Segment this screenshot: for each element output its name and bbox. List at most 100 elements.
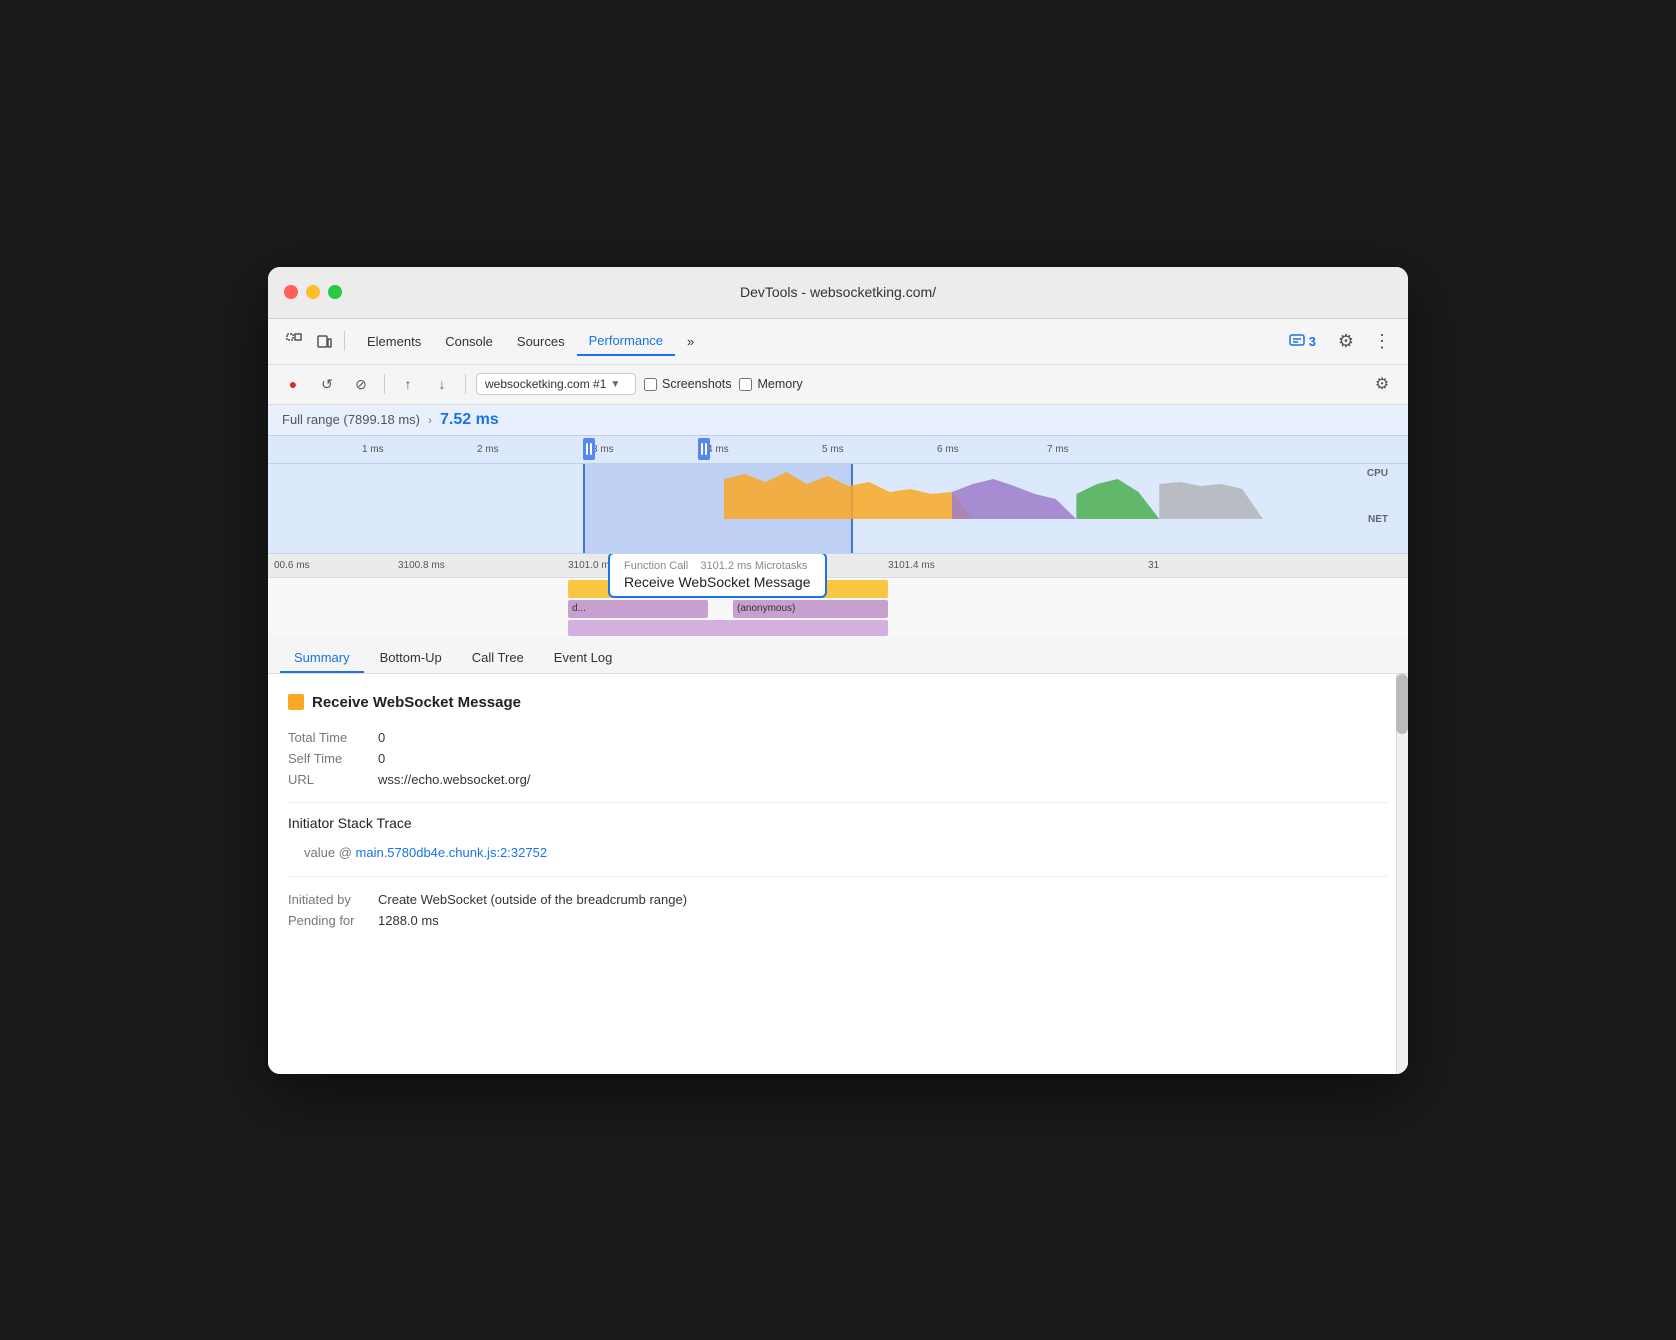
download-button[interactable]: ↓: [429, 371, 455, 397]
flame-label-anonymous: (anonymous): [737, 603, 795, 614]
feedback-badge[interactable]: 3: [1281, 330, 1324, 353]
pending-for-row: Pending for 1288.0 ms: [288, 910, 1388, 931]
ruler-1ms: 1 ms: [362, 444, 384, 455]
tooltip-message: Receive WebSocket Message: [624, 574, 811, 590]
screenshots-label: Screenshots: [662, 377, 731, 391]
timeline-area[interactable]: 1 ms 2 ms 3 ms 4 ms 5 ms 6 ms 7 ms CPU: [268, 436, 1408, 636]
settings-icon[interactable]: ⚙: [1332, 327, 1360, 355]
scrollbar-track[interactable]: [1396, 674, 1408, 1074]
initiated-by-label: Initiated by: [288, 892, 378, 907]
upload-button[interactable]: ↑: [395, 371, 421, 397]
inspect-element-icon[interactable]: [280, 327, 308, 355]
url-row: URL wss://echo.websocket.org/: [288, 769, 1388, 790]
summary-divider-2: [288, 876, 1388, 877]
flame-bar-4[interactable]: [568, 620, 888, 636]
memory-checkbox[interactable]: [739, 378, 752, 391]
memory-label: Memory: [757, 377, 802, 391]
event-color-icon: [288, 694, 304, 710]
flame-bar-2[interactable]: d...: [568, 600, 708, 618]
record-button[interactable]: ●: [280, 371, 306, 397]
more-options-icon[interactable]: ⋮: [1368, 327, 1396, 355]
bottom-tabs: Summary Bottom-Up Call Tree Event Log: [268, 636, 1408, 674]
summary-panel: Receive WebSocket Message Total Time 0 S…: [268, 674, 1408, 1074]
tooltip-popup: Function Call 3101.2 ms Microtasks Recei…: [608, 554, 827, 598]
flame-bar-3[interactable]: (anonymous): [733, 600, 888, 618]
nav-sources[interactable]: Sources: [505, 328, 577, 355]
ruler-4ms: 4 ms: [707, 444, 729, 455]
main-nav: Elements Console Sources Performance »: [355, 327, 706, 356]
pending-for-val: 1288.0 ms: [378, 913, 439, 928]
self-time-val: 0: [378, 751, 385, 766]
toolbar-right: 3 ⚙ ⋮: [1281, 327, 1396, 355]
scrollbar-thumb[interactable]: [1396, 674, 1408, 734]
initiated-by-row: Initiated by Create WebSocket (outside o…: [288, 889, 1388, 910]
toolbar-separator: [344, 331, 345, 351]
total-time-row: Total Time 0: [288, 727, 1388, 748]
ruler-7ms: 7 ms: [1047, 444, 1069, 455]
ruler-3ms: 3 ms: [592, 444, 614, 455]
ruler-2ms: 2 ms: [477, 444, 499, 455]
url-val: wss://echo.websocket.org/: [378, 772, 530, 787]
time-label-1: 00.6 ms: [274, 560, 310, 571]
time-label-5: 3101.4 ms: [888, 560, 935, 571]
range-bar: Full range (7899.18 ms) › 7.52 ms: [268, 405, 1408, 436]
nav-more[interactable]: »: [675, 328, 706, 355]
total-time-val: 0: [378, 730, 385, 745]
url-label: URL: [288, 772, 378, 787]
flamechart: d... (anonymous): [268, 578, 1408, 636]
full-range-label: Full range (7899.18 ms): [282, 412, 420, 427]
sub-separator-1: [384, 374, 385, 394]
titlebar: DevTools - websocketking.com/: [268, 267, 1408, 319]
selected-range: 7.52 ms: [440, 411, 499, 429]
device-toolbar-icon[interactable]: [310, 327, 338, 355]
tab-bottom-up[interactable]: Bottom-Up: [366, 644, 456, 673]
total-time-label: Total Time: [288, 730, 378, 745]
initiator-section-title: Initiator Stack Trace: [288, 815, 1388, 831]
tooltip-line1: Function Call 3101.2 ms Microtasks: [624, 560, 811, 572]
nav-console[interactable]: Console: [433, 328, 505, 355]
performance-subtoolbar: ● ↺ ⊘ ↑ ↓ websocketking.com #1 ▼ Screens…: [268, 365, 1408, 405]
window-title: DevTools - websocketking.com/: [740, 284, 936, 300]
traffic-lights: [284, 285, 342, 299]
nav-performance[interactable]: Performance: [577, 327, 675, 356]
time-row: 00.6 ms 3100.8 ms 3101.0 ms Function Cal…: [268, 554, 1408, 578]
flame-label-d: d...: [572, 603, 586, 614]
selection-left-marker[interactable]: [583, 438, 595, 460]
close-button[interactable]: [284, 285, 298, 299]
screenshots-checkbox-label[interactable]: Screenshots: [644, 377, 731, 391]
selection-right-marker[interactable]: [698, 438, 710, 460]
self-time-row: Self Time 0: [288, 748, 1388, 769]
url-selector-arrow: ▼: [610, 379, 620, 390]
nav-elements[interactable]: Elements: [355, 328, 433, 355]
range-arrow-icon: ›: [428, 413, 432, 427]
ruler-5ms: 5 ms: [822, 444, 844, 455]
memory-checkbox-label[interactable]: Memory: [739, 377, 802, 391]
cpu-chart: [268, 464, 1408, 519]
time-label-6: 31: [1148, 560, 1159, 571]
screenshots-checkbox[interactable]: [644, 378, 657, 391]
initiated-by-val: Create WebSocket (outside of the breadcr…: [378, 892, 687, 907]
feedback-count: 3: [1309, 334, 1316, 349]
tab-call-tree[interactable]: Call Tree: [458, 644, 538, 673]
capture-settings-icon[interactable]: ⚙: [1368, 370, 1396, 398]
main-toolbar: Elements Console Sources Performance » 3…: [268, 319, 1408, 365]
code-value-line: value @ main.5780db4e.chunk.js:2:32752: [288, 841, 1388, 864]
url-selector-text: websocketking.com #1: [485, 377, 606, 391]
sub-separator-2: [465, 374, 466, 394]
summary-divider-1: [288, 802, 1388, 803]
code-link[interactable]: main.5780db4e.chunk.js:2:32752: [356, 845, 548, 860]
tab-summary[interactable]: Summary: [280, 644, 364, 673]
event-title-text: Receive WebSocket Message: [312, 694, 521, 711]
ruler-6ms: 6 ms: [937, 444, 959, 455]
time-label-2: 3100.8 ms: [398, 560, 445, 571]
clear-button[interactable]: ⊘: [348, 371, 374, 397]
reload-record-button[interactable]: ↺: [314, 371, 340, 397]
code-value-prefix: value @: [304, 845, 352, 860]
minimize-button[interactable]: [306, 285, 320, 299]
summary-event-title: Receive WebSocket Message: [288, 694, 1388, 711]
tab-event-log[interactable]: Event Log: [540, 644, 627, 673]
maximize-button[interactable]: [328, 285, 342, 299]
pending-for-label: Pending for: [288, 913, 378, 928]
url-selector[interactable]: websocketking.com #1 ▼: [476, 373, 636, 395]
devtools-window: DevTools - websocketking.com/ Elements C…: [268, 267, 1408, 1074]
